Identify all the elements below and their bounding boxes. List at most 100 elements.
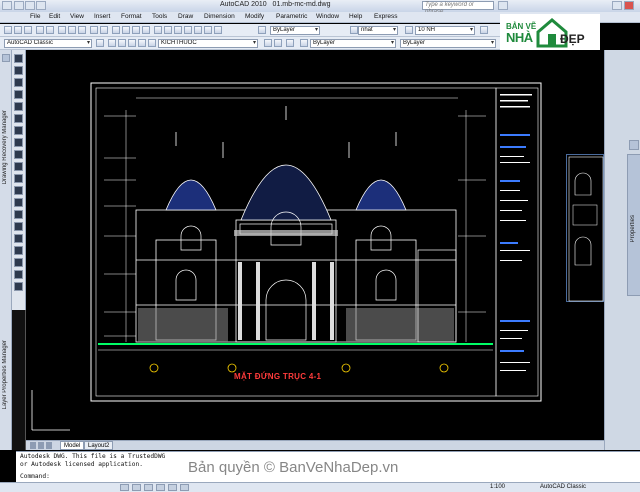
dim-style-icon[interactable]	[405, 26, 413, 34]
workspace-settings-icon[interactable]	[96, 39, 104, 47]
drawing-canvas[interactable]: MẶT ĐỨNG TRỤC 4-1	[26, 50, 604, 440]
layer-combo[interactable]: KICHTHUOC	[158, 39, 258, 48]
text-style-2-icon[interactable]	[350, 26, 358, 34]
table-icon[interactable]	[14, 258, 23, 267]
tool-palettes-icon[interactable]	[174, 26, 182, 34]
preview-icon[interactable]	[46, 26, 54, 34]
layer-color-icon[interactable]	[148, 39, 156, 47]
hatch-icon[interactable]	[14, 222, 23, 231]
add-selected-icon[interactable]	[14, 282, 23, 291]
tab-layout2[interactable]: Layout2	[84, 441, 114, 450]
menu-draw[interactable]: Draw	[178, 13, 193, 20]
menu-parametric[interactable]: Parametric	[276, 13, 307, 20]
menu-edit[interactable]: Edit	[49, 13, 60, 20]
command-prompt[interactable]: Command:	[20, 473, 50, 480]
save-icon[interactable]	[36, 1, 46, 10]
workspace-combo[interactable]: AutoCAD Classic	[4, 39, 92, 48]
gradient-icon[interactable]	[14, 234, 23, 243]
open-icon[interactable]	[25, 1, 35, 10]
region-icon[interactable]	[14, 246, 23, 255]
qnew-icon[interactable]	[4, 26, 12, 34]
plot-icon[interactable]	[36, 26, 44, 34]
polar-toggle-icon[interactable]	[156, 484, 165, 491]
revcloud-icon[interactable]	[14, 138, 23, 147]
layer-freeze-icon[interactable]	[128, 39, 136, 47]
spline-icon[interactable]	[14, 150, 23, 159]
secondary-viewport[interactable]	[566, 154, 604, 302]
pan-icon[interactable]	[112, 26, 120, 34]
app-menu-icon[interactable]	[2, 1, 12, 10]
color-combo[interactable]: ByLayer	[270, 26, 320, 35]
make-current-icon[interactable]	[264, 39, 272, 47]
search-icon[interactable]	[498, 1, 508, 10]
color-control-combo[interactable]: ByLayer	[310, 39, 396, 48]
snap-toggle-icon[interactable]	[120, 484, 129, 491]
grid-toggle-icon[interactable]	[132, 484, 141, 491]
ellipse-arc-icon[interactable]	[14, 174, 23, 183]
polyline-icon[interactable]	[14, 78, 23, 87]
menu-window[interactable]: Window	[316, 13, 339, 20]
text-style-icon[interactable]	[258, 26, 266, 34]
search-input[interactable]: Type a keyword or phrase	[422, 1, 494, 15]
next-tab-icon[interactable]	[46, 442, 52, 449]
paste-icon[interactable]	[78, 26, 86, 34]
make-block-icon[interactable]	[14, 198, 23, 207]
menu-insert[interactable]: Insert	[94, 13, 110, 20]
menu-file[interactable]: File	[30, 13, 40, 20]
layer-previous-icon[interactable]	[274, 39, 282, 47]
menu-view[interactable]: View	[70, 13, 84, 20]
close-icon[interactable]	[624, 1, 634, 10]
arc-icon[interactable]	[14, 114, 23, 123]
zoom-icon[interactable]	[122, 26, 130, 34]
menu-help[interactable]: Help	[349, 13, 362, 20]
sheetset-icon[interactable]	[184, 26, 192, 34]
menu-format[interactable]: Format	[121, 13, 142, 20]
linetype-combo[interactable]: ByLayer	[400, 39, 496, 48]
layer-state-icon[interactable]	[118, 39, 126, 47]
layer-manager-icon[interactable]	[108, 39, 116, 47]
save-file-icon[interactable]	[24, 26, 32, 34]
new-icon[interactable]	[14, 1, 24, 10]
cut-icon[interactable]	[58, 26, 66, 34]
ellipse-icon[interactable]	[14, 162, 23, 171]
tab-model[interactable]: Model	[60, 441, 85, 450]
circle-icon[interactable]	[14, 126, 23, 135]
point-icon[interactable]	[14, 210, 23, 219]
drawing-recovery-tab[interactable]: Drawing Recovery Manager	[2, 110, 8, 184]
text-style-combo[interactable]: nhat	[358, 26, 398, 35]
first-tab-icon[interactable]	[30, 442, 36, 449]
workspace-status[interactable]: AutoCAD Classic	[540, 484, 586, 490]
osnap-toggle-icon[interactable]	[168, 484, 177, 491]
menu-express[interactable]: Express	[374, 13, 397, 20]
layer-walk-icon[interactable]	[286, 39, 294, 47]
menu-tools[interactable]: Tools	[152, 13, 167, 20]
markup-icon[interactable]	[194, 26, 202, 34]
layer-properties-tab[interactable]: Layer Properties Manager	[2, 340, 8, 409]
otrack-toggle-icon[interactable]	[180, 484, 189, 491]
help-icon[interactable]	[214, 26, 222, 34]
palette-close-icon[interactable]	[2, 54, 10, 62]
dim-style-combo[interactable]: 10 NH	[415, 26, 475, 35]
construction-line-icon[interactable]	[14, 66, 23, 75]
annotation-scale[interactable]: 1:100	[490, 484, 505, 490]
table-style-icon[interactable]	[480, 26, 488, 34]
properties-icon[interactable]	[154, 26, 162, 34]
rectangle-icon[interactable]	[14, 102, 23, 111]
calculator-icon[interactable]	[204, 26, 212, 34]
design-center-icon[interactable]	[164, 26, 172, 34]
layer-lock-icon[interactable]	[138, 39, 146, 47]
mtext-icon[interactable]	[14, 270, 23, 279]
redo-icon[interactable]	[100, 26, 108, 34]
open-file-icon[interactable]	[14, 26, 22, 34]
zoom-previous-icon[interactable]	[142, 26, 150, 34]
zoom-window-icon[interactable]	[132, 26, 140, 34]
menu-modify[interactable]: Modify	[245, 13, 264, 20]
prev-tab-icon[interactable]	[38, 442, 44, 449]
ortho-toggle-icon[interactable]	[144, 484, 153, 491]
properties-palette-tab[interactable]: Properties	[627, 154, 640, 296]
undo-icon[interactable]	[90, 26, 98, 34]
color-swatch-icon[interactable]	[300, 39, 308, 47]
copy-icon[interactable]	[68, 26, 76, 34]
polygon-icon[interactable]	[14, 90, 23, 99]
menu-dimension[interactable]: Dimension	[204, 13, 235, 20]
